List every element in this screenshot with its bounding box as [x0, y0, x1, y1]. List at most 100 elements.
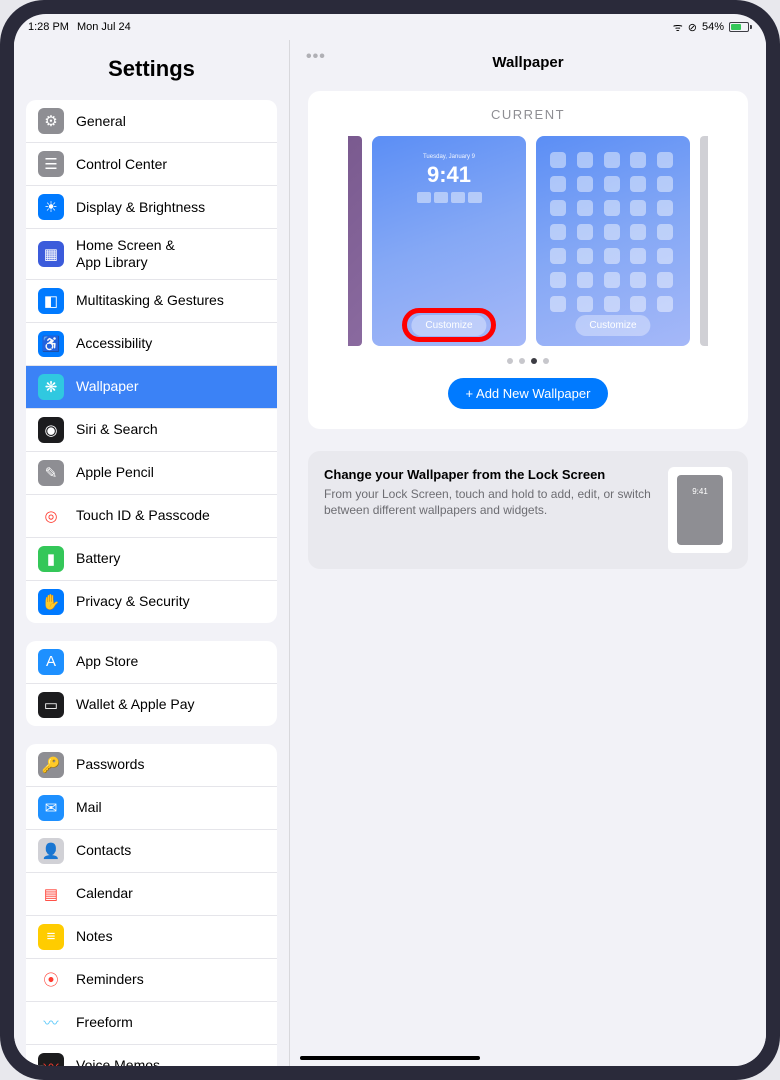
siri-icon: ◉: [38, 417, 64, 443]
sidebar-item-app-store[interactable]: AApp Store: [26, 641, 277, 684]
wifi-icon: ᯤ: [673, 20, 683, 35]
calendar-icon: ▤: [38, 881, 64, 907]
sidebar-item-label: Voice Memos: [76, 1057, 160, 1066]
sidebar-item-label: Battery: [76, 550, 120, 567]
sidebar-item-label: Touch ID & Passcode: [76, 507, 210, 524]
sidebar-item-label: Mail: [76, 799, 102, 816]
sidebar-item-contacts[interactable]: 👤 Contacts: [26, 830, 277, 873]
next-wallpaper-peek[interactable]: [700, 136, 708, 346]
sidebar-item-mail[interactable]: ✉ Mail: [26, 787, 277, 830]
sidebar-item-siri[interactable]: ◉ Siri & Search: [26, 409, 277, 452]
settings-sidebar: Settings ⚙ General ☰ Control Center ☀ Display…: [14, 40, 290, 1066]
control-center-icon: ☰: [38, 151, 64, 177]
sidebar-item-apple-pencil[interactable]: ✎Apple Pencil: [26, 452, 277, 495]
sidebar-item-control-center[interactable]: ☰ Control Center: [26, 143, 277, 186]
sidebar-item-general[interactable]: ⚙ General: [26, 100, 277, 143]
voice-memos-icon: 〰: [38, 1053, 64, 1066]
sidebar-item-label: Display & Brightness: [76, 199, 205, 216]
sidebar-item-label: Wallet & Apple Pay: [76, 696, 195, 713]
wallpaper-icon: ❋: [38, 374, 64, 400]
sidebar-item-wallet[interactable]: ▭ Wallet & Apple Pay: [26, 684, 277, 726]
multitasking-icon: ◧: [38, 288, 64, 314]
touch-id-icon: ◎: [38, 503, 64, 529]
rotation-lock-icon: ⊘: [688, 21, 697, 34]
sidebar-item-label: App Store: [76, 653, 138, 670]
apple-pencil-icon: ✎: [38, 460, 64, 486]
sidebar-item-freeform[interactable]: 〰 Freeform: [26, 1002, 277, 1045]
sidebar-item-label: Privacy & Security: [76, 593, 190, 610]
mail-icon: ✉: [38, 795, 64, 821]
current-label: CURRENT: [324, 107, 732, 122]
sidebar-title: Settings: [14, 40, 289, 92]
sidebar-item-notes[interactable]: ≡ Notes: [26, 916, 277, 959]
sidebar-item-display[interactable]: ☀ Display & Brightness: [26, 186, 277, 229]
lock-date: Tuesday, January 9: [423, 154, 475, 160]
sidebar-item-label: Reminders: [76, 971, 144, 988]
sidebar-item-passwords[interactable]: 🔑 Passwords: [26, 744, 277, 787]
status-date: Mon Jul 24: [77, 21, 131, 33]
sidebar-item-label: Contacts: [76, 842, 131, 859]
sidebar-item-voice-memos[interactable]: 〰 Voice Memos: [26, 1045, 277, 1066]
sidebar-item-accessibility[interactable]: ♿Accessibility: [26, 323, 277, 366]
page-dots[interactable]: [324, 358, 732, 364]
sidebar-item-label: Passwords: [76, 756, 144, 773]
notes-icon: ≡: [38, 924, 64, 950]
lock-time: 9:41: [427, 162, 471, 188]
current-wallpaper-card: CURRENT Tuesday, January 9 9:41 Customiz…: [308, 91, 748, 429]
general-icon: ⚙: [38, 108, 64, 134]
main-header: ••• Wallpaper: [290, 40, 766, 81]
more-icon[interactable]: •••: [306, 48, 326, 66]
sidebar-item-label: Freeform: [76, 1014, 133, 1031]
wallet-icon: ▭: [38, 692, 64, 718]
freeform-icon: 〰: [38, 1010, 64, 1036]
page-dot[interactable]: [519, 358, 525, 364]
battery-icon: ▮: [38, 546, 64, 572]
sidebar-item-label: Accessibility: [76, 335, 152, 352]
sidebar-scroll[interactable]: ⚙ General ☰ Control Center ☀ Display & Bright…: [14, 92, 289, 1066]
sidebar-item-multitasking[interactable]: ◧Multitasking & Gestures: [26, 280, 277, 323]
info-desc: From your Lock Screen, touch and hold to…: [324, 486, 656, 518]
info-title: Change your Wallpaper from the Lock Scre…: [324, 467, 656, 482]
add-new-wallpaper-button[interactable]: + Add New Wallpaper: [448, 378, 609, 409]
customize-home-button[interactable]: Customize: [575, 315, 650, 336]
sidebar-item-label: Wallpaper: [76, 378, 139, 395]
prev-wallpaper-peek[interactable]: [348, 136, 362, 346]
page-title: Wallpaper: [492, 54, 563, 71]
screen: 1:28 PM Mon Jul 24 ᯤ ⊘ 54% Settings ⚙ Gen…: [14, 14, 766, 1066]
sidebar-item-privacy[interactable]: ✋ Privacy & Security: [26, 581, 277, 623]
sidebar-item-battery[interactable]: ▮ Battery: [26, 538, 277, 581]
sidebar-item-label: Home Screen &App Library: [76, 237, 175, 271]
sidebar-item-wallpaper[interactable]: ❋ Wallpaper: [26, 366, 277, 409]
page-dot[interactable]: [507, 358, 513, 364]
home-screen-preview[interactable]: Customize: [536, 136, 690, 346]
sidebar-item-touch-id[interactable]: ◎ Touch ID & Passcode: [26, 495, 277, 538]
privacy-icon: ✋: [38, 589, 64, 615]
info-thumb-time: 9:41: [692, 487, 708, 545]
page-dot[interactable]: [543, 358, 549, 364]
sidebar-item-label: Notes: [76, 928, 113, 945]
display-icon: ☀: [38, 194, 64, 220]
lock-widgets: [417, 192, 482, 203]
contacts-icon: 👤: [38, 838, 64, 864]
sidebar-item-label: General: [76, 113, 126, 130]
status-time: 1:28 PM: [28, 21, 69, 33]
passwords-icon: 🔑: [38, 752, 64, 778]
lock-screen-preview[interactable]: Tuesday, January 9 9:41 Customize: [372, 136, 526, 346]
sidebar-item-reminders[interactable]: ⦿ Reminders: [26, 959, 277, 1002]
reminders-icon: ⦿: [38, 967, 64, 993]
home-indicator[interactable]: [300, 1056, 480, 1060]
sidebar-item-label: Siri & Search: [76, 421, 158, 438]
lock-screen-info-card: Change your Wallpaper from the Lock Scre…: [308, 451, 748, 569]
battery-pct: 54%: [702, 21, 724, 33]
customize-lock-button[interactable]: Customize: [411, 315, 486, 336]
ipad-frame: 1:28 PM Mon Jul 24 ᯤ ⊘ 54% Settings ⚙ Gen…: [0, 0, 780, 1080]
info-thumbnail: 9:41: [668, 467, 732, 553]
sidebar-item-calendar[interactable]: ▤ Calendar: [26, 873, 277, 916]
sidebar-item-home-screen[interactable]: ▦ Home Screen &App Library: [26, 229, 277, 280]
home-screen-icon: ▦: [38, 241, 64, 267]
page-dot[interactable]: [531, 358, 537, 364]
sidebar-item-label: Control Center: [76, 156, 167, 173]
app-grid-icon: [550, 152, 676, 312]
sidebar-item-label: Calendar: [76, 885, 133, 902]
main-panel: ••• Wallpaper CURRENT Tuesday, January 9…: [290, 40, 766, 1066]
